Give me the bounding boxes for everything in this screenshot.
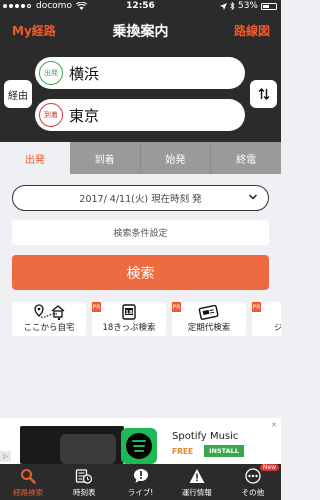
ad-price: FREE: [172, 447, 194, 456]
shortcut-label: ここから自宅: [23, 323, 75, 333]
pass-card-icon: [198, 304, 219, 320]
search-button[interactable]: 検索: [12, 255, 269, 290]
shortcut-partial[interactable]: PR ジ: [252, 302, 281, 336]
tab-service-info[interactable]: 運行情報: [169, 464, 225, 500]
live-bubble-icon: [133, 469, 148, 483]
search-icon: [21, 469, 36, 484]
station-panel: 経由 出発 横浜 到着 東京: [0, 48, 281, 142]
date-time-text: 2017/ 4/11(火) 現在時刻 発: [79, 194, 202, 205]
tab-label: 時刻表: [73, 488, 96, 497]
battery-percent: 53%: [237, 1, 258, 11]
arrival-station-field[interactable]: 到着 東京: [35, 99, 245, 131]
timetable-clock-icon: [76, 469, 93, 484]
route-map-button[interactable]: 路線図: [234, 22, 270, 39]
battery-icon: [261, 2, 277, 10]
status-right: 53%: [219, 1, 277, 11]
shortcut-label: 18きっぷ検索: [102, 323, 156, 333]
chevron-down-icon: [248, 194, 258, 200]
spotify-wave: [134, 450, 144, 452]
swap-stations-button[interactable]: [250, 80, 277, 108]
more-dots-icon: [245, 468, 261, 484]
departure-badge: 出発: [39, 61, 63, 85]
ad-title: Spotify Music: [172, 431, 239, 442]
shortcut-row: ここから自宅 PR 18 18きっぷ検索 PR 定期代検索 PR ジ: [12, 302, 281, 336]
pr-badge: PR: [172, 302, 181, 312]
nav-bar: My経路 乗換案内 路線図: [0, 14, 281, 48]
shortcut-label: ジ: [274, 323, 281, 333]
tab-last-train[interactable]: 終電: [211, 142, 281, 174]
tab-more[interactable]: New その他: [225, 464, 281, 500]
tab-label: 経路検索: [13, 488, 44, 497]
arrival-station-name: 東京: [69, 106, 100, 125]
time-mode-tabs: 出発 到着 始発 終電: [0, 142, 281, 174]
shortcut-label: 定期代検索: [187, 323, 231, 333]
spotify-wave: [132, 440, 146, 442]
tab-route-search[interactable]: 経路検索: [0, 464, 56, 500]
pr-badge: PR: [252, 302, 261, 312]
search-conditions-button[interactable]: 検索条件設定: [12, 220, 269, 245]
departure-station-field[interactable]: 出発 横浜: [35, 57, 245, 89]
location-arrow-icon: [219, 2, 227, 10]
ticket-18-icon: 18: [122, 304, 136, 320]
spotify-wave: [133, 445, 145, 447]
bottom-tab-bar: 経路検索 時刻表 ライブ! 運行情報 New その他: [0, 464, 281, 500]
home-route-icon: [34, 304, 65, 320]
ad-close-icon[interactable]: ✕: [269, 420, 279, 430]
tab-departure[interactable]: 出発: [0, 142, 70, 174]
bluetooth-icon: [230, 2, 235, 10]
ad-banner[interactable]: Spotify Music FREE INSTALL ▷ ✕: [0, 418, 281, 464]
tab-label: その他: [241, 488, 265, 497]
tab-first-train[interactable]: 始発: [140, 142, 212, 174]
tab-arrival[interactable]: 到着: [69, 142, 141, 174]
ad-phone-image: [20, 426, 124, 464]
via-button[interactable]: 経由: [4, 80, 32, 108]
tab-label: 運行情報: [181, 488, 212, 497]
shortcut-18-ticket[interactable]: PR 18 18きっぷ検索: [92, 302, 166, 336]
pr-badge: PR: [92, 302, 101, 312]
svg-text:18: 18: [125, 310, 133, 316]
spotify-logo-inner: [126, 433, 152, 459]
status-bar: docomo 12:56 53%: [0, 0, 281, 14]
date-time-selector[interactable]: 2017/ 4/11(火) 現在時刻 発: [12, 185, 269, 211]
departure-station-name: 横浜: [69, 64, 100, 83]
shortcut-commuter-pass[interactable]: PR 定期代検索: [172, 302, 246, 336]
tab-label: ライブ!: [127, 488, 154, 497]
phone-graphic: [60, 434, 116, 464]
shortcut-home-route[interactable]: ここから自宅: [12, 302, 86, 336]
warning-icon: [189, 469, 205, 483]
ad-choices-icon[interactable]: ▷: [0, 451, 11, 462]
swap-arrows-icon: [258, 88, 269, 100]
spotify-logo-icon: [121, 428, 157, 464]
tab-live[interactable]: ライブ!: [112, 464, 168, 500]
ad-install-button[interactable]: INSTALL: [204, 445, 244, 457]
new-badge: New: [259, 464, 280, 471]
arrival-badge: 到着: [39, 103, 63, 127]
tab-timetable[interactable]: 時刻表: [56, 464, 112, 500]
app-screen: docomo 12:56 53% My経路 乗換案内 路線図 経由 出発 横浜 …: [0, 0, 281, 500]
